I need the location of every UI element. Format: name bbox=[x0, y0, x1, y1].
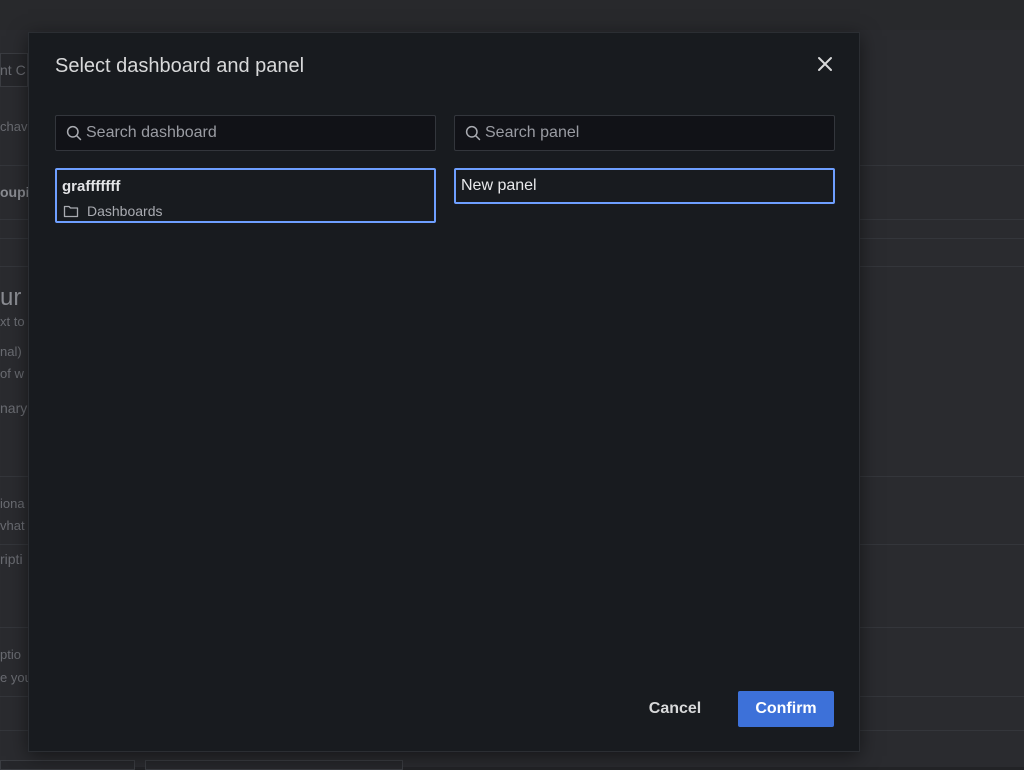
search-icon bbox=[66, 125, 82, 141]
dashboard-search-field[interactable] bbox=[55, 115, 436, 151]
background-text: ur bbox=[0, 284, 22, 311]
background-text: ptio bbox=[0, 647, 21, 662]
dashboard-title: grafffffff bbox=[62, 178, 121, 195]
dashboard-folder: Dashboards bbox=[63, 203, 163, 219]
panel-search-field[interactable] bbox=[454, 115, 835, 151]
confirm-button[interactable]: Confirm bbox=[738, 691, 834, 727]
folder-label: Dashboards bbox=[87, 203, 163, 219]
background-text: vhat bbox=[0, 518, 25, 533]
folder-icon bbox=[63, 205, 79, 218]
dashboard-list-item[interactable]: grafffffff Dashboards bbox=[55, 168, 436, 223]
background-text: iona bbox=[0, 496, 25, 511]
cancel-button[interactable]: Cancel bbox=[634, 691, 716, 727]
panel-search-input[interactable] bbox=[485, 116, 825, 150]
dashboard-search-input[interactable] bbox=[86, 116, 426, 150]
modal-title: Select dashboard and panel bbox=[55, 55, 305, 77]
background-top-bar bbox=[0, 0, 1024, 30]
panel-title: New panel bbox=[461, 177, 537, 194]
background-text: chav bbox=[0, 119, 28, 134]
close-icon bbox=[818, 57, 832, 71]
background-text: of w bbox=[0, 366, 24, 381]
background-text: oupi bbox=[0, 184, 30, 200]
background-text: nary bbox=[0, 400, 28, 416]
panel-list-item[interactable]: New panel bbox=[454, 168, 835, 204]
background-text: nal) bbox=[0, 344, 22, 359]
background-button bbox=[0, 760, 135, 770]
search-icon bbox=[465, 125, 481, 141]
select-dashboard-panel-modal: Select dashboard and panel grafffffff Da… bbox=[28, 32, 860, 752]
background-text: ripti bbox=[0, 551, 23, 567]
background-text: nt C bbox=[0, 62, 26, 78]
background-text: xt to bbox=[0, 314, 25, 329]
close-button[interactable] bbox=[814, 53, 836, 75]
background-button bbox=[145, 760, 403, 770]
